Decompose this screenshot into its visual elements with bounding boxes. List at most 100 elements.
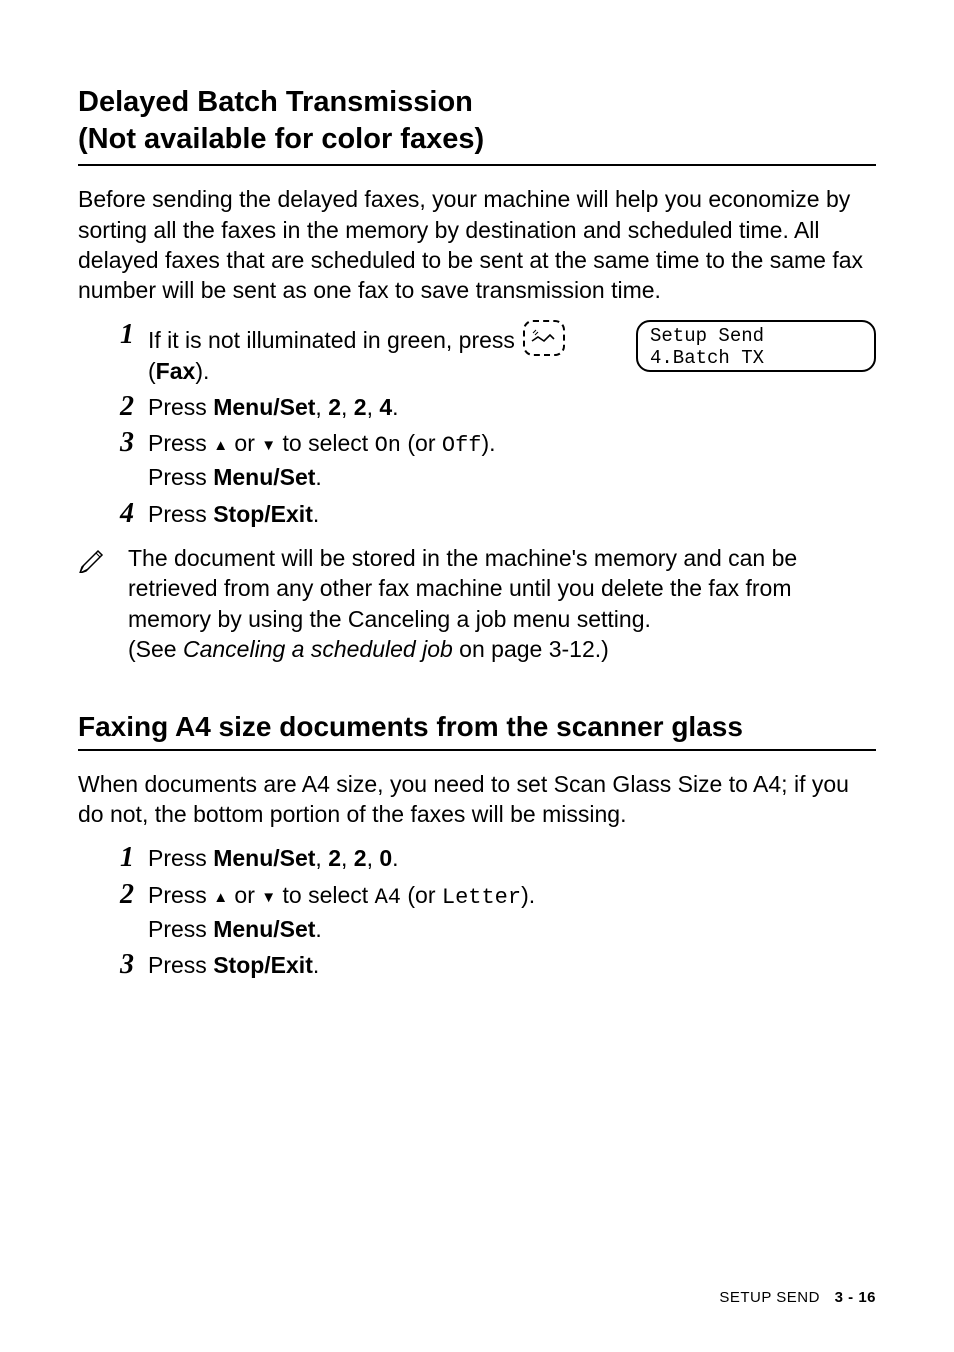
s2-step2-line2: Press Menu/Set. <box>148 914 876 944</box>
section1-rule <box>78 164 876 166</box>
section1-steps: Setup Send 4.Batch TX 1 If it is not ill… <box>78 320 876 529</box>
fax-icon <box>523 320 565 356</box>
note-icon <box>78 543 128 578</box>
step2-number: 2 <box>78 392 148 421</box>
step2-text-b1: , <box>315 394 328 420</box>
step1-fax: Fax <box>156 358 196 384</box>
lcd-line2: 4.Batch TX <box>650 348 862 370</box>
step3-text-f: Press <box>148 464 213 490</box>
step2: 2 Press Menu/Set, 2, 2, 4. <box>78 392 616 422</box>
s2-step1-b2: , <box>341 845 354 871</box>
step2-n2: 2 <box>354 394 367 420</box>
s2-step1-c: . <box>392 845 398 871</box>
step4: 4 Press Stop/Exit. <box>78 499 616 529</box>
step3-menu: Menu/Set <box>213 464 315 490</box>
step1-body: If it is not illuminated in green, press… <box>148 320 616 386</box>
note-body: The document will be stored in the machi… <box>128 543 876 664</box>
footer-page: 3 - 16 <box>835 1289 876 1306</box>
step3-text-b: or <box>228 430 261 456</box>
step3-text-g: . <box>315 464 321 490</box>
section1-heading: Delayed Batch Transmission (Not availabl… <box>78 84 876 158</box>
footer-section: SETUP SEND <box>719 1289 820 1306</box>
s2-step2-f: Press <box>148 916 213 942</box>
note-text-c: on page 3-12.) <box>453 636 609 662</box>
s2-step2-body: Press ▲ or ▼ to select A4 (or Letter). P… <box>148 880 876 944</box>
s2-step2-g: . <box>315 916 321 942</box>
step2-n3: 4 <box>379 394 392 420</box>
s2-step1-n3: 0 <box>379 845 392 871</box>
step2-menu: Menu/Set <box>213 394 315 420</box>
s2-step3-a: Press <box>148 952 213 978</box>
step4-text-a: Press <box>148 501 213 527</box>
s2-step2-a: Press <box>148 882 213 908</box>
s2-step1-n1: 2 <box>328 845 341 871</box>
s2-step1-menu: Menu/Set <box>213 845 315 871</box>
s2-step1-b3: , <box>367 845 380 871</box>
step2-body: Press Menu/Set, 2, 2, 4. <box>148 392 616 422</box>
s2-step1: 1 Press Menu/Set, 2, 2, 0. <box>78 843 876 873</box>
footer: SETUP SEND 3 - 16 <box>719 1289 876 1306</box>
s2-step3-b: . <box>313 952 319 978</box>
section2-heading: Faxing A4 size documents from the scanne… <box>78 711 876 743</box>
s2-step3-number: 3 <box>78 950 148 979</box>
step1-number: 1 <box>78 320 148 349</box>
s2-step1-number: 1 <box>78 843 148 872</box>
step1-text-b: ( <box>148 358 156 384</box>
step3-text-e: ). <box>481 430 495 456</box>
triangle-up-icon: ▲ <box>213 888 228 908</box>
step2-text-a: Press <box>148 394 213 420</box>
step2-text-b3: , <box>367 394 380 420</box>
step3-number: 3 <box>78 428 148 457</box>
heading-line2: (Not available for color faxes) <box>78 123 484 155</box>
s2-step1-a: Press <box>148 845 213 871</box>
step1: 1 If it is not illuminated in green, pre… <box>78 320 616 386</box>
step3-off: Off <box>442 433 482 458</box>
step3-body: Press ▲ or ▼ to select On (or Off). Pres… <box>148 428 616 492</box>
section2-steps: 1 Press Menu/Set, 2, 2, 0. 2 Press ▲ or … <box>78 843 876 980</box>
heading-line1: Delayed Batch Transmission <box>78 86 473 118</box>
s2-step2-d: (or <box>401 882 442 908</box>
s2-step3-body: Press Stop/Exit. <box>148 950 876 980</box>
step3-line2: Press Menu/Set. <box>148 462 616 492</box>
note-text-a: The document will be stored in the machi… <box>128 545 797 632</box>
section2-intro: When documents are A4 size, you need to … <box>78 769 876 830</box>
note-ref: Canceling a scheduled job <box>183 636 453 662</box>
note-text-b: (See <box>128 636 183 662</box>
lcd-line1: Setup Send <box>650 326 862 348</box>
step3-text-c: to select <box>276 430 374 456</box>
section1-intro: Before sending the delayed faxes, your m… <box>78 184 876 305</box>
s2-step2: 2 Press ▲ or ▼ to select A4 (or Letter).… <box>78 880 876 944</box>
step3-text-d: (or <box>401 430 442 456</box>
step2-text-b2: , <box>341 394 354 420</box>
s2-step3: 3 Press Stop/Exit. <box>78 950 876 980</box>
triangle-down-icon: ▼ <box>261 888 276 908</box>
section2-rule <box>78 749 876 751</box>
s2-step1-b1: , <box>315 845 328 871</box>
s2-step1-body: Press Menu/Set, 2, 2, 0. <box>148 843 876 873</box>
s2-step2-letter: Letter <box>442 885 521 910</box>
s2-step2-a4: A4 <box>375 885 401 910</box>
s2-step3-stop: Stop/Exit <box>213 952 313 978</box>
step4-stop: Stop/Exit <box>213 501 313 527</box>
s2-step2-b: or <box>228 882 261 908</box>
step1-text-c: ). <box>195 358 209 384</box>
step3: 3 Press ▲ or ▼ to select On (or Off). Pr… <box>78 428 616 492</box>
step1-text-a: If it is not illuminated in green, press <box>148 327 521 353</box>
s2-step1-n2: 2 <box>354 845 367 871</box>
page: Delayed Batch Transmission (Not availabl… <box>0 0 954 1352</box>
step2-n1: 2 <box>328 394 341 420</box>
note: The document will be stored in the machi… <box>78 543 876 664</box>
s2-step2-number: 2 <box>78 880 148 909</box>
triangle-up-icon: ▲ <box>213 436 228 456</box>
step3-text-a: Press <box>148 430 213 456</box>
step4-body: Press Stop/Exit. <box>148 499 616 529</box>
s2-step2-e: ). <box>521 882 535 908</box>
step2-text-c: . <box>392 394 398 420</box>
s2-step2-menu: Menu/Set <box>213 916 315 942</box>
step4-text-b: . <box>313 501 319 527</box>
triangle-down-icon: ▼ <box>261 436 276 456</box>
s2-step2-c: to select <box>276 882 374 908</box>
step3-on: On <box>375 433 401 458</box>
step4-number: 4 <box>78 499 148 528</box>
lcd-display: Setup Send 4.Batch TX <box>636 320 876 372</box>
